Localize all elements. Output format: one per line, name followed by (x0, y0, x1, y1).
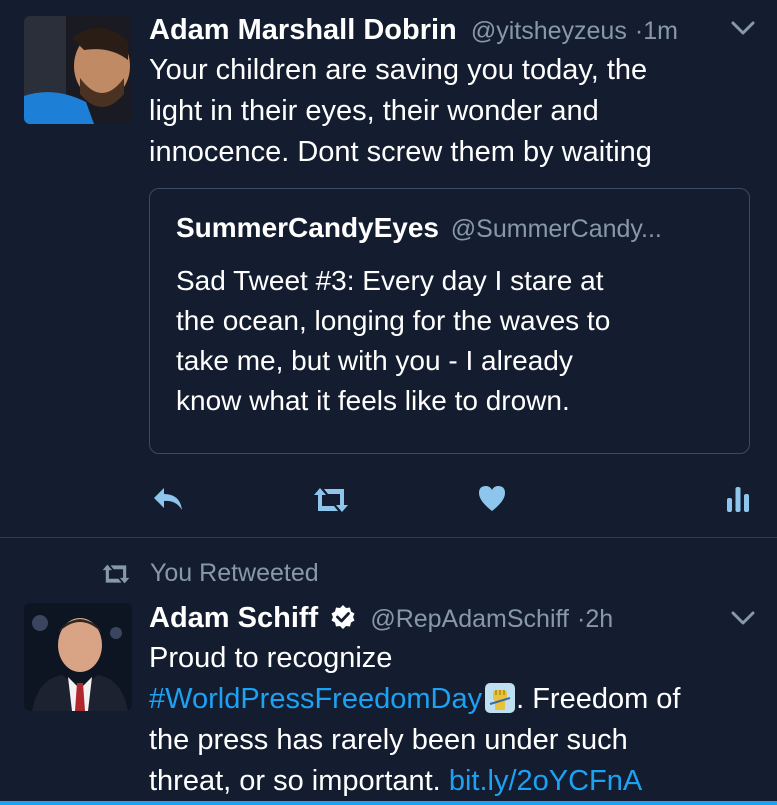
verified-badge-icon (330, 603, 356, 639)
hashtag-link[interactable]: #WorldPressFreedomDay (149, 683, 482, 715)
tweet-text-line: threat, or so important. bit.ly/2oYCFnA (149, 761, 759, 802)
tweet-text-segment: . Freedom of (516, 683, 681, 715)
tweet-text-line: #WorldPressFreedomDay . Freedom of (149, 679, 759, 720)
bottom-accent-bar (0, 801, 777, 805)
user-handle[interactable]: @RepAdamSchiff (370, 605, 569, 633)
chevron-down-icon[interactable] (731, 610, 755, 631)
display-name[interactable]: Adam Schiff (149, 602, 318, 634)
raised-fist-emoji-icon (484, 682, 516, 714)
tweet-text-line: Proud to recognize (149, 642, 393, 674)
tweet-text-segment: threat, or so important. (149, 765, 441, 797)
avatar[interactable] (24, 603, 132, 711)
timestamp[interactable]: 2h (585, 605, 613, 633)
tweet-text: Proud to recognize #WorldPressFreedomDay… (149, 638, 759, 802)
tweet-card[interactable]: Adam Schiff @RepAdamSchiff ·2h Proud to … (0, 0, 777, 805)
tweet-header: Adam Schiff @RepAdamSchiff ·2h (149, 600, 613, 639)
tweet-text-line: the press has rarely been under such (149, 724, 628, 756)
url-link[interactable]: bit.ly/2oYCFnA (449, 765, 642, 797)
